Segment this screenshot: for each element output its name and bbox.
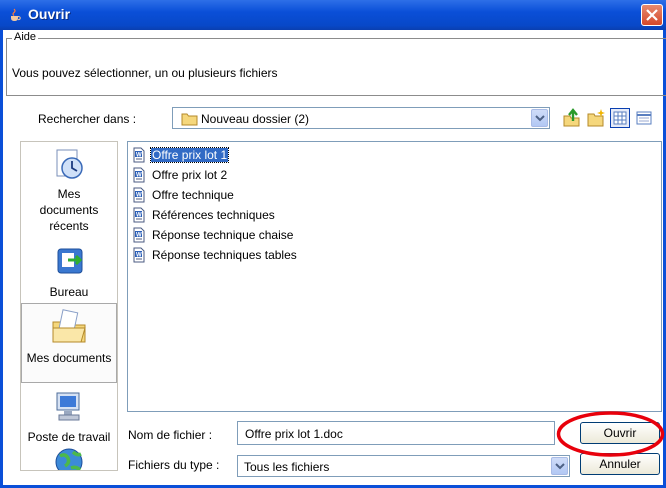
file-type-dropdown-arrow[interactable] — [551, 457, 568, 475]
look-in-label: Rechercher dans : — [38, 112, 137, 126]
list-view-button[interactable] — [610, 108, 630, 128]
list-view-icon — [613, 111, 627, 125]
place-label: Bureau — [49, 285, 89, 299]
my-documents-icon — [52, 309, 86, 343]
up-folder-icon — [563, 108, 580, 127]
file-name: Réponse techniques tables — [152, 248, 297, 262]
place-recent-documents[interactable]: Mes documents récents — [21, 146, 117, 234]
highlight-ellipse-annotation — [556, 411, 665, 457]
file-list[interactable]: W Offre prix lot 1 W Offre prix lot 2 W Offre… — [127, 141, 662, 412]
folder-icon — [181, 113, 198, 126]
place-my-documents[interactable]: Mes documents — [21, 303, 117, 383]
recent-documents-icon — [56, 149, 83, 179]
help-panel-legend: Aide — [12, 31, 39, 43]
open-dialog: Ouvrir Aide Vous pouvez sélectionner, un… — [0, 0, 666, 488]
place-label: Poste de travail — [27, 430, 111, 444]
file-name: Offre prix lot 1 — [149, 147, 230, 163]
svg-text:W: W — [136, 252, 142, 258]
window-title: Ouvrir — [28, 6, 71, 22]
window-frame-left — [0, 30, 3, 488]
word-document-icon: W — [131, 227, 147, 246]
my-computer-icon — [56, 392, 80, 421]
file-name: Offre technique — [152, 188, 234, 202]
file-type-dropdown[interactable]: Tous les fichiers — [237, 455, 570, 477]
place-my-computer[interactable]: Poste de travail — [21, 389, 117, 445]
word-document-icon: W — [131, 167, 147, 186]
place-label-line: Mes — [57, 187, 81, 201]
word-document-icon: W — [131, 207, 147, 226]
svg-text:W: W — [136, 152, 142, 158]
place-network[interactable] — [21, 444, 117, 470]
new-folder-icon — [587, 109, 605, 127]
file-type-value: Tous les fichiers — [244, 460, 330, 474]
svg-text:W: W — [136, 212, 142, 218]
word-document-icon: W — [131, 187, 147, 206]
look-in-dropdown-arrow[interactable] — [531, 109, 548, 127]
close-icon — [646, 9, 658, 21]
place-desktop[interactable]: Bureau — [21, 244, 117, 300]
help-text: Vous pouvez sélectionner, un ou plusieur… — [12, 66, 278, 80]
up-folder-button[interactable] — [562, 108, 582, 128]
desktop-icon — [57, 248, 83, 274]
look-in-dropdown[interactable]: Nouveau dossier (2) — [172, 107, 550, 129]
new-folder-button[interactable] — [586, 108, 606, 128]
file-type-label: Fichiers du type : — [128, 458, 220, 472]
details-view-button[interactable] — [634, 108, 654, 128]
file-name: Offre prix lot 2 — [152, 168, 228, 182]
place-label: Mes documents — [26, 351, 112, 365]
place-label-line: récents — [49, 219, 89, 233]
place-label-line: documents — [39, 203, 99, 217]
svg-text:W: W — [136, 232, 142, 238]
word-document-icon: W — [131, 247, 147, 266]
close-button[interactable] — [641, 4, 663, 26]
file-name-label: Nom de fichier : — [128, 428, 213, 442]
look-in-value: Nouveau dossier (2) — [201, 112, 310, 126]
details-view-icon — [636, 111, 652, 125]
svg-text:W: W — [136, 192, 142, 198]
places-bar: Mes documents récents Bureau Mes documen… — [20, 141, 118, 471]
chevron-down-icon — [555, 463, 565, 470]
chevron-down-icon — [535, 115, 545, 122]
title-bar[interactable]: Ouvrir — [0, 0, 666, 30]
file-name-input[interactable]: Offre prix lot 1.doc — [237, 421, 555, 445]
file-name: Références techniques — [152, 208, 275, 222]
svg-text:W: W — [136, 172, 142, 178]
word-document-icon: W — [131, 147, 147, 166]
file-name: Réponse technique chaise — [152, 228, 294, 242]
java-cup-icon — [11, 8, 21, 21]
network-icon — [55, 448, 83, 470]
